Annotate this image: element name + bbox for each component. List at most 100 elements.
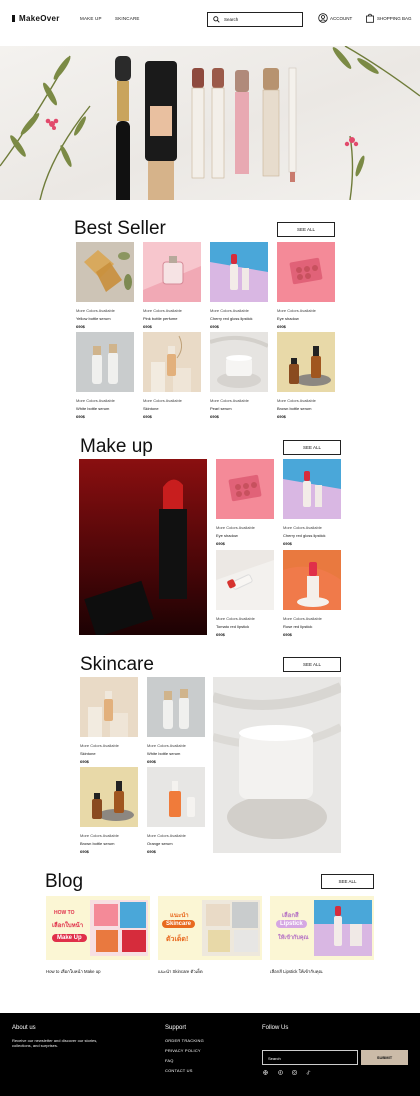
logo[interactable]: MakeOver [12,14,60,23]
product-more-colors: More Colors Available [76,398,115,403]
footer-about-title: About us [12,1025,36,1031]
footer-link-faq[interactable]: FAQ [165,1058,174,1063]
blog-art-line2: Lipstick [276,920,307,928]
product-name[interactable]: Tomato red lipstick [216,624,274,629]
blog-art-line3: ให้เข้ากับคุณ [278,935,309,941]
blog-title: Blog [45,871,84,892]
product-price: 690$ [143,324,152,329]
product-name[interactable]: White bottle serum [147,751,205,756]
product-card[interactable]: More Colors Available Tomato red lipstic… [216,550,274,637]
product-card[interactable]: More Colors Available Rose red lipstick … [283,550,341,637]
product-name[interactable]: Skintone [143,406,201,411]
account-icon[interactable] [318,13,328,23]
product-card[interactable]: More Colors Available Skintone 690$ [143,332,201,419]
facebook-icon[interactable] [278,1070,283,1075]
product-image [80,767,138,827]
makeup-title: Make up [80,436,153,457]
product-price: 690$ [80,849,89,854]
product-more-colors: More Colors Available [80,743,119,748]
product-more-colors: More Colors Available [283,616,322,621]
search-icon [213,16,220,23]
search-input[interactable]: Search [207,12,303,27]
blog-see-all-button[interactable]: SEE ALL [321,874,374,889]
product-name[interactable]: Brown bottle serum [277,406,335,411]
product-card[interactable]: More Colors Available Skintone 690$ [80,677,138,764]
shopping-bag-link[interactable]: SHOPPING BAG [377,16,412,21]
blog-image: เลือกสี Lipstick ให้เข้ากับคุณ [270,896,374,960]
blog-caption[interactable]: แนะนำ Skincare ตัวเด็ด [158,968,262,975]
instagram-icon[interactable] [292,1070,297,1075]
footer-link-order-tracking[interactable]: ORDER TRACKING [165,1038,204,1043]
product-more-colors: More Colors Available [283,525,322,530]
product-name[interactable]: Cherry red gloss lipstick [283,533,341,538]
product-card[interactable]: More Colors Available White bottle serum… [76,332,134,419]
product-price: 690$ [216,541,225,546]
footer-link-contact-us[interactable]: CONTACT US [165,1068,193,1073]
newsletter-submit-button[interactable]: SUBMIT [361,1050,408,1065]
product-price: 690$ [210,324,219,329]
blog-card[interactable]: เลือกสี Lipstick ให้เข้ากับคุณ เลือกสี L… [270,896,374,975]
product-price: 690$ [147,849,156,854]
product-name[interactable]: White bottle serum [76,406,134,411]
product-card[interactable]: More Colors Available Brown bottle serum… [277,332,335,419]
site-footer: About us Receive our newsletter and disc… [0,1013,420,1096]
product-card[interactable]: More Colors Available Eye shadow 690$ [216,459,274,546]
hero-banner [0,46,420,200]
product-name[interactable]: Pearl serum [210,406,268,411]
blog-image: แนะนำ Skincare ตัวเด็ด! [158,896,262,960]
product-image [76,332,134,392]
makeup-feature-image[interactable] [79,459,207,635]
product-card[interactable]: More Colors Available Pink bottle perfum… [143,242,201,329]
nav-skincare[interactable]: SKINCARE [115,16,140,21]
globe-icon[interactable] [263,1070,268,1075]
product-image [283,459,341,519]
product-card[interactable]: More Colors Available Yellow bottle seru… [76,242,134,329]
product-more-colors: More Colors Available [80,833,119,838]
product-name[interactable]: Skintone [80,751,138,756]
product-price: 690$ [76,324,85,329]
blog-art-line1: แนะนำ [170,913,189,919]
tiktok-icon[interactable] [306,1070,311,1075]
blog-card[interactable]: HOW TO เลือกใบหน้า Make Up How to เลือกใ… [46,896,150,975]
product-card[interactable]: More Colors Available Cherry red gloss l… [283,459,341,546]
blog-caption[interactable]: เลือกสี Lipstick ให้เข้ากับคุณ [270,968,374,975]
best-seller-see-all-button[interactable]: SEE ALL [277,222,335,237]
product-card[interactable]: More Colors Available Orange serum 690$ [147,767,205,854]
product-more-colors: More Colors Available [147,743,186,748]
product-image [216,550,274,610]
product-more-colors: More Colors Available [277,398,316,403]
product-name[interactable]: Yellow bottle serum [76,316,134,321]
product-name[interactable]: Eye shadow [277,316,335,321]
skincare-feature-image[interactable] [213,677,341,853]
product-image [277,242,335,302]
product-name[interactable]: Rose red lipstick [283,624,341,629]
product-card[interactable]: More Colors Available White bottle serum… [147,677,205,764]
product-card[interactable]: More Colors Available Pearl serum 690$ [210,332,268,419]
product-card[interactable]: More Colors Available Cherry red gloss l… [210,242,268,329]
skincare-see-all-button[interactable]: SEE ALL [283,657,341,672]
account-link[interactable]: ACCOUNT [330,16,352,21]
product-name[interactable]: Eye shadow [216,533,274,538]
product-name[interactable]: Cherry red gloss lipstick [210,316,268,321]
shopping-bag-icon[interactable] [365,13,375,23]
product-image [80,677,138,737]
search-placeholder: Search [224,17,239,22]
product-card[interactable]: More Colors Available Eye shadow 690$ [277,242,335,329]
blog-caption[interactable]: How to เลือกใบหน้า Make up [46,968,150,975]
product-name[interactable]: Brown bottle serum [80,841,138,846]
product-name[interactable]: Pink bottle perfume [143,316,201,321]
makeup-see-all-button[interactable]: SEE ALL [283,440,341,455]
product-price: 690$ [147,759,156,764]
blog-card[interactable]: แนะนำ Skincare ตัวเด็ด! แนะนำ Skincare ต… [158,896,262,975]
newsletter-placeholder: Search [268,1056,281,1061]
newsletter-email-input[interactable]: Search [262,1050,358,1065]
nav-makeup[interactable]: MAKE UP [80,16,102,21]
skincare-title: Skincare [80,654,154,675]
product-price: 690$ [283,541,292,546]
footer-link-privacy-policy[interactable]: PRIVACY POLICY [165,1048,201,1053]
product-price: 690$ [216,632,225,637]
footer-about-text: Receive our newsletter and discover our … [12,1038,98,1048]
product-image [210,332,268,392]
product-card[interactable]: More Colors Available Brown bottle serum… [80,767,138,854]
product-name[interactable]: Orange serum [147,841,205,846]
